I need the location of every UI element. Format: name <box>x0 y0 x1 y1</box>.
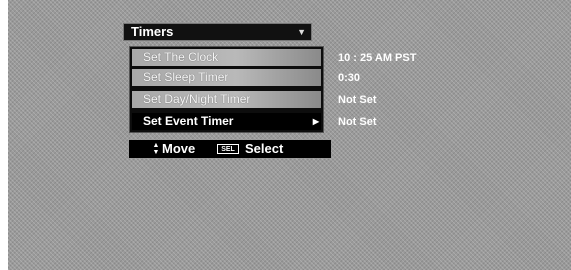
menu-item-label: Set Sleep Timer <box>143 70 229 84</box>
menu-item-set-sleep-timer[interactable]: Set Sleep Timer <box>132 69 321 86</box>
sleep-timer-value: 0:30 <box>338 72 361 84</box>
menu-item-set-day-night-timer[interactable]: Set Day/Night Timer <box>132 91 321 108</box>
clock-value: 10 : 25 AM PST <box>338 52 417 64</box>
menu-item-set-the-clock[interactable]: Set The Clock <box>132 49 321 66</box>
tv-screen: Timers ▼ Set The Clock Set Sleep Timer S… <box>8 0 571 270</box>
timers-menu: Set The Clock Set Sleep Timer Set Day/Ni… <box>129 46 324 133</box>
navigation-hint-bar: ▲ ▼ Move SEL Select <box>129 140 331 158</box>
sel-key-icon: SEL <box>217 144 239 154</box>
menu-title: Timers <box>131 24 174 39</box>
menu-title-bar[interactable]: Timers ▼ <box>123 23 312 41</box>
menu-item-set-event-timer[interactable]: Set Event Timer ▶ <box>132 113 321 130</box>
day-night-timer-value: Not Set <box>338 94 377 106</box>
menu-item-label: Set Event Timer <box>143 114 234 128</box>
triangle-right-icon: ▶ <box>312 117 319 126</box>
triangle-down-icon: ▼ <box>297 27 306 37</box>
menu-item-label: Set Day/Night Timer <box>143 92 251 106</box>
move-hint-label: Move <box>162 141 196 156</box>
select-hint-label: Select <box>245 141 284 156</box>
menu-item-label: Set The Clock <box>143 50 219 64</box>
up-down-arrows-icon: ▲ ▼ <box>152 142 160 156</box>
event-timer-value: Not Set <box>338 116 377 128</box>
